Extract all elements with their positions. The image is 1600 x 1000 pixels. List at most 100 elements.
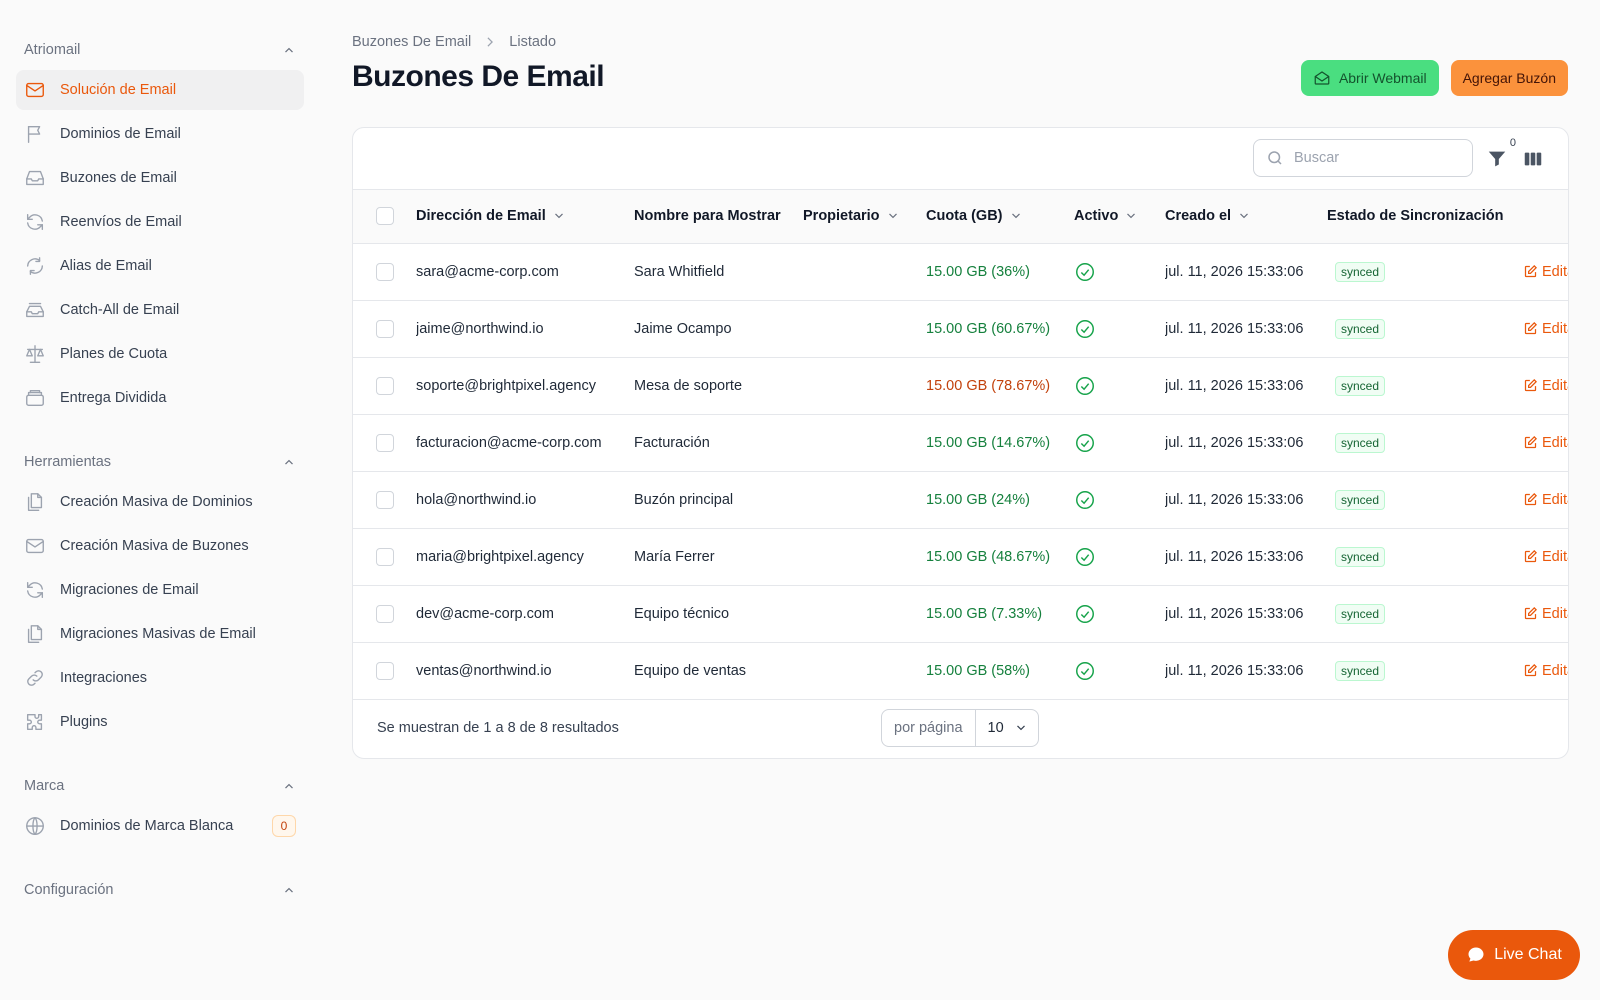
refresh-icon [26,581,44,599]
arrows-cycle-icon [26,257,44,275]
email-cell: dev@acme-corp.com [416,605,555,622]
table-row[interactable]: facturacion@acme-corp.com Facturación 15… [353,414,1568,471]
search-input[interactable] [1294,150,1454,166]
sidebar-group-header[interactable]: Atriomail [16,36,304,64]
table-row[interactable]: maria@brightpixel.agency María Ferrer 15… [353,528,1568,585]
columns-icon[interactable] [1522,148,1544,170]
sidebar-item-label: Catch-All de Email [60,302,180,318]
sidebar-item[interactable]: Dominios de Email [16,114,304,154]
table-row[interactable]: hola@northwind.io Buzón principal 15.00 … [353,471,1568,528]
row-checkbox[interactable] [376,604,394,623]
sidebar-group-header[interactable]: Marca [16,772,304,800]
edit-link[interactable]: Editar [1523,549,1568,565]
active-cell [1074,414,1165,471]
sidebar-item[interactable]: Migraciones de Email [16,570,304,610]
sync-status-cell: synced [1327,414,1523,471]
chevron-down-icon[interactable] [1124,209,1138,223]
created-cell: jul. 11, 2026 15:33:06 [1165,434,1304,451]
row-checkbox[interactable] [376,319,394,338]
chevron-down-icon[interactable] [886,209,900,223]
table-row[interactable]: soporte@brightpixel.agency Mesa de sopor… [353,357,1568,414]
chevron-down-icon[interactable] [552,209,566,223]
filter-icon[interactable] [1486,148,1508,170]
email-cell: sara@acme-corp.com [416,263,559,280]
edit-link[interactable]: Editar [1523,378,1568,394]
column-header[interactable]: Cuota (GB) [926,190,1074,243]
sidebar-item[interactable]: Reenvíos de Email [16,202,304,242]
add-mailbox-button[interactable]: Agregar Buzón [1450,60,1568,96]
row-checkbox[interactable] [376,661,394,680]
row-select-cell [353,243,416,300]
table-row[interactable]: jaime@northwind.io Jaime Ocampo 15.00 GB… [353,300,1568,357]
sidebar-group-header[interactable]: Configuración [16,876,304,904]
active-cell [1074,357,1165,414]
sidebar-item[interactable]: Plugins [16,702,304,742]
created-cell: jul. 11, 2026 15:33:06 [1165,662,1304,679]
active-cell [1074,471,1165,528]
search-box[interactable] [1253,139,1473,177]
sidebar-item[interactable]: Integraciones [16,658,304,698]
sidebar-item[interactable]: Migraciones Masivas de Email [16,614,304,654]
owner-cell [803,642,926,699]
sidebar-item[interactable]: Creación Masiva de Dominios [16,482,304,522]
edit-link[interactable]: Editar [1523,435,1568,451]
sidebar-item[interactable]: Alias de Email [16,246,304,286]
chevron-up-icon[interactable] [282,455,296,469]
email-cell: hola@northwind.io [416,491,537,508]
edit-link[interactable]: Editar [1523,491,1568,508]
breadcrumb: Buzones De Email Listado [352,34,556,50]
sidebar-item[interactable]: Buzones de Email [16,158,304,198]
sync-status-cell: synced [1327,528,1523,585]
row-actions-cell: Editar [1523,414,1568,471]
sidebar-item[interactable]: Creación Masiva de Buzones [16,526,304,566]
active-cell [1074,243,1165,300]
sidebar-item[interactable]: Entrega Dividida [16,378,304,418]
chevron-down-icon[interactable] [1009,209,1023,223]
row-checkbox[interactable] [376,547,394,566]
sidebar-group-header[interactable]: Herramientas [16,448,304,476]
table-row[interactable]: sara@acme-corp.com Sara Whitfield 15.00 … [353,243,1568,300]
edit-link[interactable]: Editar [1523,663,1568,679]
chevron-up-icon[interactable] [282,43,296,57]
column-header-label: Creado el [1165,208,1232,225]
column-header: Nombre para Mostrar [634,190,803,243]
sidebar-item[interactable]: Solución de Email [16,70,304,110]
edit-icon [1524,264,1538,278]
sidebar-item-label: Creación Masiva de Buzones [60,538,249,554]
per-page-value[interactable]: 10 [976,720,1038,736]
sync-status-cell: synced [1327,642,1523,699]
row-checkbox[interactable] [376,376,394,395]
created-cell: jul. 11, 2026 15:33:06 [1165,320,1304,337]
owner-cell [803,300,926,357]
column-header[interactable]: Propietario [803,190,926,243]
edit-link[interactable]: Editar [1523,606,1568,622]
live-chat-button[interactable]: Live Chat [1448,930,1580,980]
sync-status-cell: synced [1327,471,1523,528]
open-webmail-button[interactable]: Abrir Webmail [1300,60,1439,96]
row-actions-cell: Editar [1523,357,1568,414]
breadcrumb-parent[interactable]: Buzones De Email [352,34,471,50]
row-checkbox[interactable] [376,490,394,509]
chevron-up-icon[interactable] [282,779,296,793]
row-checkbox[interactable] [376,262,394,281]
table-row[interactable]: ventas@northwind.io Equipo de ventas 15.… [353,642,1568,699]
sidebar-group-items: Creación Masiva de Dominios Creación Mas… [16,482,304,742]
sidebar-item[interactable]: Planes de Cuota [16,334,304,374]
edit-link[interactable]: Editar [1523,264,1568,280]
sidebar-item-label: Dominios de Email [60,126,181,142]
count-badge: 0 [272,815,296,837]
per-page-select[interactable]: por página 10 [881,709,1039,747]
column-header[interactable]: Dirección de Email [416,190,634,243]
column-header[interactable]: Activo [1074,190,1165,243]
chevron-down-icon[interactable] [1237,209,1251,223]
table-row[interactable]: dev@acme-corp.com Equipo técnico 15.00 G… [353,585,1568,642]
sidebar-item[interactable]: Dominios de Marca Blanca 0 [16,806,304,846]
chevron-up-icon[interactable] [282,883,296,897]
select-all-checkbox[interactable] [376,207,394,226]
column-header[interactable]: Creado el [1165,190,1327,243]
edit-label: Editar [1542,491,1568,508]
created-cell: jul. 11, 2026 15:33:06 [1165,263,1304,280]
row-checkbox[interactable] [376,433,394,452]
sidebar-item[interactable]: Catch-All de Email [16,290,304,330]
edit-link[interactable]: Editar [1523,321,1568,337]
